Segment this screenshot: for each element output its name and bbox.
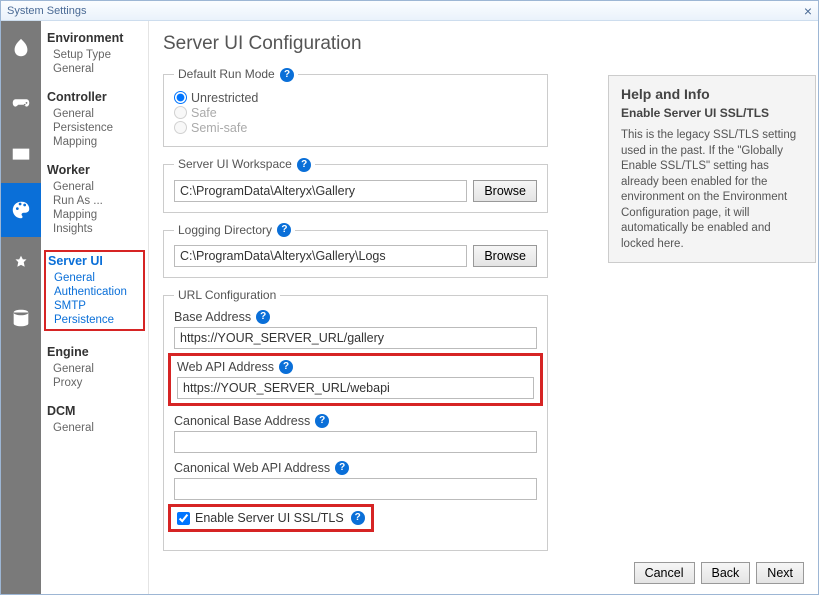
page-title: Server UI Configuration	[163, 33, 804, 55]
logdir-group: Logging Directory ? Browse	[163, 223, 548, 279]
nav-sub[interactable]: General	[47, 62, 142, 76]
workspace-legend: Server UI Workspace ?	[174, 157, 315, 172]
ssl-label: Enable Server UI SSL/TLS	[195, 511, 344, 525]
runmode-radio	[174, 106, 187, 119]
nav-title[interactable]: Controller	[47, 90, 142, 104]
iconbar-worker[interactable]	[1, 129, 41, 183]
canonical-base-label: Canonical Base Address ?	[174, 414, 537, 428]
browse-button[interactable]: Browse	[473, 245, 537, 267]
nav-title[interactable]: Environment	[47, 31, 142, 45]
runmode-option[interactable]: Safe	[174, 106, 537, 120]
runmode-group: Default Run Mode ? UnrestrictedSafeSemi-…	[163, 67, 548, 147]
help-icon[interactable]: ?	[256, 310, 270, 324]
nav-title[interactable]: Worker	[47, 163, 142, 177]
webapi-input[interactable]	[177, 377, 534, 399]
ssl-highlight: Enable Server UI SSL/TLS ?	[168, 504, 374, 532]
nav-sub[interactable]: Mapping	[47, 208, 142, 222]
url-config-legend: URL Configuration	[174, 288, 280, 302]
iconbar-serverui[interactable]	[1, 183, 41, 237]
nav-sub[interactable]: General	[48, 271, 141, 285]
canonical-webapi-label: Canonical Web API Address ?	[174, 461, 537, 475]
iconbar-dcm[interactable]	[1, 291, 41, 345]
monitor-icon	[10, 145, 32, 167]
nav-section: Engine GeneralProxy	[47, 345, 142, 390]
nav-section: Worker GeneralRun As ...MappingInsights	[47, 163, 142, 236]
webapi-highlight: Web API Address ?	[168, 353, 543, 406]
nav-sub[interactable]: SMTP	[48, 299, 141, 313]
runmode-label: Safe	[191, 106, 217, 120]
nav-sub[interactable]: General	[47, 362, 142, 376]
help-title: Help and Info	[621, 86, 803, 102]
nav-sub[interactable]: Run As ...	[47, 194, 142, 208]
browse-button[interactable]: Browse	[473, 180, 537, 202]
help-icon[interactable]: ?	[335, 461, 349, 475]
help-body: This is the legacy SSL/TLS setting used …	[621, 128, 803, 252]
nav-sub[interactable]: General	[47, 180, 142, 194]
cancel-button[interactable]: Cancel	[634, 562, 695, 584]
nav-sub[interactable]: Proxy	[47, 376, 142, 390]
engine-icon	[10, 253, 32, 275]
workspace-input[interactable]	[174, 180, 467, 202]
runmode-option[interactable]: Unrestricted	[174, 91, 537, 105]
runmode-label: Unrestricted	[191, 91, 258, 105]
ssl-checkbox[interactable]	[177, 512, 190, 525]
nav-sub[interactable]: General	[47, 421, 142, 435]
base-address-label: Base Address ?	[174, 310, 537, 324]
canonical-webapi-input[interactable]	[174, 478, 537, 500]
base-address-input[interactable]	[174, 327, 537, 349]
help-icon[interactable]: ?	[351, 511, 365, 525]
runmode-radio	[174, 121, 187, 134]
nav-title[interactable]: DCM	[47, 404, 142, 418]
footer-buttons: Cancel Back Next	[634, 562, 804, 584]
nav-section: Controller GeneralPersistenceMapping	[47, 90, 142, 149]
nav-title[interactable]: Engine	[47, 345, 142, 359]
iconbar-controller[interactable]	[1, 75, 41, 129]
nav-section: Server UI GeneralAuthenticationSMTPPersis…	[44, 250, 145, 331]
controller-icon	[10, 91, 32, 113]
nav-sub[interactable]: General	[47, 107, 142, 121]
canonical-base-input[interactable]	[174, 431, 537, 453]
iconbar	[1, 21, 41, 594]
back-button[interactable]: Back	[701, 562, 751, 584]
help-icon[interactable]: ?	[315, 414, 329, 428]
ssl-checkbox-row[interactable]: Enable Server UI SSL/TLS ?	[177, 511, 365, 525]
iconbar-environment[interactable]	[1, 21, 41, 75]
window-title: System Settings	[7, 5, 86, 17]
main-panel: Server UI Configuration Default Run Mode…	[149, 21, 818, 594]
help-subtitle: Enable Server UI SSL/TLS	[621, 106, 803, 120]
nav-title[interactable]: Server UI	[48, 254, 141, 268]
nav-sub[interactable]: Mapping	[47, 135, 142, 149]
runmode-option[interactable]: Semi-safe	[174, 121, 537, 135]
iconbar-engine[interactable]	[1, 237, 41, 291]
help-icon[interactable]: ?	[280, 68, 294, 82]
body: EnvironmentSetup TypeGeneralControllerGe…	[1, 21, 818, 594]
workspace-group: Server UI Workspace ? Browse	[163, 157, 548, 213]
help-panel: Help and Info Enable Server UI SSL/TLS T…	[608, 75, 816, 263]
window: System Settings × EnvironmentSetup T	[0, 0, 819, 595]
close-icon[interactable]: ×	[804, 3, 812, 19]
nav-section: DCM General	[47, 404, 142, 435]
nav-sub[interactable]: Persistence	[47, 121, 142, 135]
next-button[interactable]: Next	[756, 562, 804, 584]
runmode-legend: Default Run Mode ?	[174, 67, 298, 82]
url-config-group: URL Configuration Base Address ? Web API…	[163, 288, 548, 551]
titlebar: System Settings ×	[1, 1, 818, 21]
webapi-label: Web API Address ?	[177, 360, 534, 374]
help-icon[interactable]: ?	[297, 158, 311, 172]
leaf-icon	[10, 37, 32, 59]
logdir-legend: Logging Directory ?	[174, 223, 295, 238]
nav-sub[interactable]: Insights	[47, 222, 142, 236]
palette-icon	[10, 199, 32, 221]
nav-section: Environment Setup TypeGeneral	[47, 31, 142, 76]
runmode-radio[interactable]	[174, 91, 187, 104]
nav-sub[interactable]: Authentication	[48, 285, 141, 299]
help-icon[interactable]: ?	[279, 360, 293, 374]
nav-sub[interactable]: Setup Type	[47, 48, 142, 62]
database-icon	[10, 307, 32, 329]
logdir-input[interactable]	[174, 245, 467, 267]
help-icon[interactable]: ?	[277, 223, 291, 237]
runmode-label: Semi-safe	[191, 121, 247, 135]
nav-panel: EnvironmentSetup TypeGeneralControllerGe…	[41, 21, 149, 594]
nav-sub[interactable]: Persistence	[48, 313, 141, 327]
